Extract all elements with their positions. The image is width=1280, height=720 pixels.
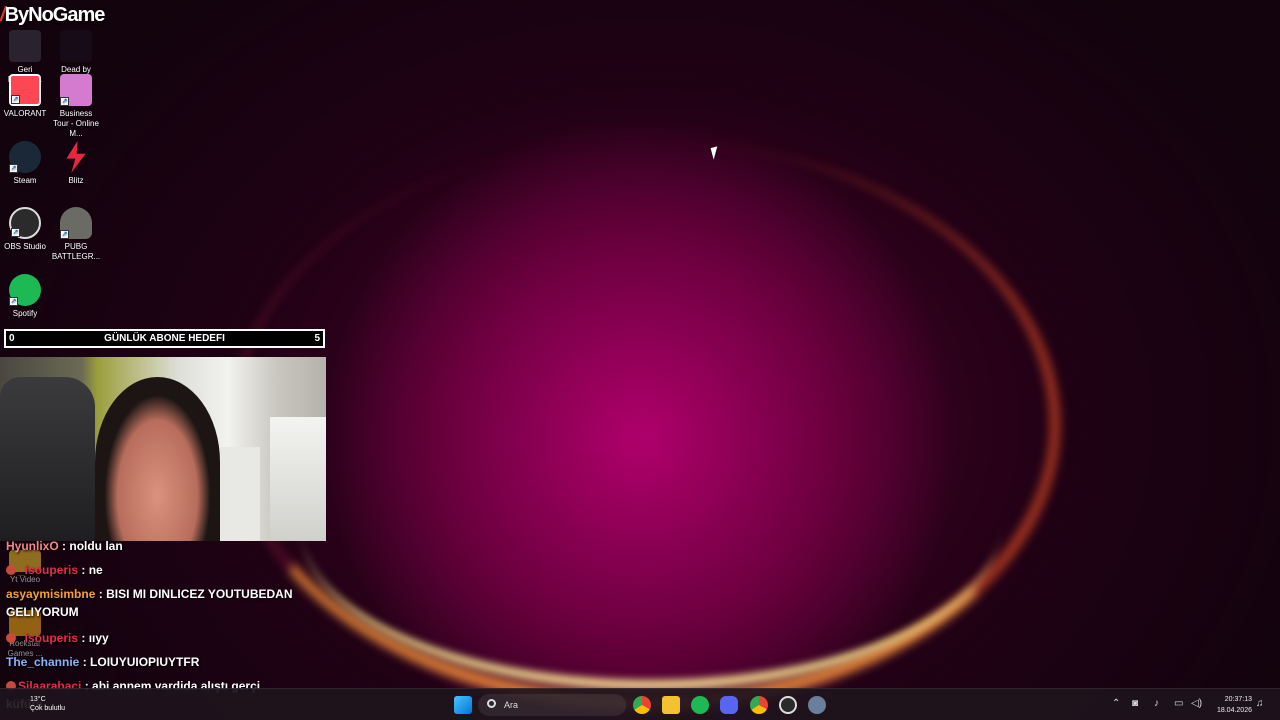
webcam-feed (0, 357, 326, 541)
obs-icon: ↗ (9, 207, 41, 239)
desktop-icon-label: Business Tour - Online M... (53, 109, 99, 138)
desktop-icon-business-tour[interactable]: ↗ Business Tour - Online M... (51, 74, 101, 139)
notification-bell-icon[interactable]: ♫ (1256, 698, 1264, 709)
desktop-icon-label: VALORANT (3, 109, 47, 118)
desktop-icon-valorant[interactable]: ↗ VALORANT (0, 74, 50, 119)
goal-target: 5 (314, 333, 320, 344)
chat-message: HyunlixO : noldu lan (6, 539, 123, 553)
wallpaper-ring-highlight (300, 360, 1000, 690)
clock-time: 20:37:13 (1224, 696, 1252, 703)
chat-message: _isouperis : ııyy (0, 629, 330, 653)
webcam-chair (0, 377, 95, 541)
webcam-bed (270, 417, 326, 541)
chat-badge-icon (6, 633, 16, 643)
goal-title: GÜNLÜK ABONE HEDEFI (104, 333, 225, 344)
chat-badge-icon (6, 565, 16, 575)
chat-username: HyunlixO (6, 539, 59, 553)
spotify-icon[interactable] (691, 696, 709, 714)
dead-by-daylight-icon (60, 30, 92, 62)
chevron-up-icon[interactable]: ⌃ (1112, 698, 1120, 709)
desktop-icon-obs-studio[interactable]: ↗ OBS Studio (0, 207, 50, 252)
file-explorer-icon[interactable] (662, 696, 680, 714)
taskbar: 13°C Çok bulutlu Ara ⌃ ◙ ♪ ▭ ◁) 20:37:13… (0, 688, 1280, 720)
weather-condition: Çok bulutlu (30, 705, 66, 712)
chat-message: The_channie : LOIUYUIOPIUYTFR (6, 655, 200, 669)
steam-icon: ↗ (9, 141, 41, 173)
chrome-icon[interactable] (633, 696, 651, 714)
goal-current: 0 (9, 333, 15, 344)
chat-username: _isouperis (18, 563, 79, 577)
chat-text: noldu lan (69, 539, 123, 553)
chat-text: ııyy (88, 631, 109, 645)
chat-overlay: HyunlixO : noldu lan _isouperis : ne asy… (0, 537, 330, 711)
microphone-icon[interactable]: ♪ (1154, 698, 1159, 709)
search-placeholder: Ara (504, 700, 519, 710)
volume-icon[interactable]: ◁) (1191, 698, 1202, 709)
recycle-bin-icon (9, 30, 41, 62)
business-tour-icon: ↗ (60, 74, 92, 106)
discord-icon[interactable] (720, 696, 738, 714)
subscriber-goal-bar: 0 GÜNLÜK ABONE HEDEFI 5 (4, 329, 325, 348)
obs-icon[interactable] (779, 696, 797, 714)
settings-icon[interactable] (808, 696, 826, 714)
network-icon[interactable]: ▭ (1174, 698, 1183, 709)
desktop-icon-steam[interactable]: ↗ Steam (0, 141, 50, 186)
start-icon[interactable] (454, 696, 472, 714)
chat-username: asyaymisimbne (6, 587, 96, 601)
desktop-icon-label: OBS Studio (4, 242, 46, 251)
spotify-icon: ↗ (9, 274, 41, 306)
desktop-icon-label: Spotify (12, 309, 38, 318)
desktop-icon-label: PUBG BATTLEGR... (51, 242, 101, 261)
chat-username: _isouperis (18, 631, 79, 645)
clock[interactable]: 20:37:13 18.04.2026 (1208, 694, 1252, 716)
discord-tray-icon[interactable]: ◙ (1132, 698, 1138, 709)
blitz-icon (66, 141, 86, 173)
chat-username: The_channie (6, 655, 80, 669)
desktop-icon-spotify[interactable]: ↗ Spotify (0, 274, 50, 319)
clock-date: 18.04.2026 (1216, 707, 1252, 714)
valorant-icon: ↗ (9, 74, 41, 106)
taskbar-search[interactable]: Ara (478, 694, 626, 716)
search-icon (487, 699, 496, 708)
desktop-icon-label: Blitz (68, 176, 84, 185)
pubg-icon: ↗ (60, 207, 92, 239)
weather-widget[interactable]: 13°C Çok bulutlu (30, 695, 65, 713)
chat-text: LOIUYUIOPIUYTFR (90, 655, 200, 669)
chat-message: _isouperis : ne (0, 561, 330, 585)
webcam-streamer (95, 377, 220, 541)
channel-logo: /ByNoGame (0, 4, 105, 26)
chat-message: asyaymisimbne : BISI MI DINLICEZ YOUTUBE… (6, 587, 293, 619)
desktop-icon-label: Steam (13, 176, 37, 185)
desktop-icon-pubg[interactable]: ↗ PUBG BATTLEGR... (51, 207, 101, 262)
chrome-icon[interactable] (750, 696, 768, 714)
weather-temp: 13°C (30, 696, 46, 703)
chat-text: ne (88, 563, 103, 577)
desktop-icon-blitz[interactable]: Blitz (51, 141, 101, 186)
